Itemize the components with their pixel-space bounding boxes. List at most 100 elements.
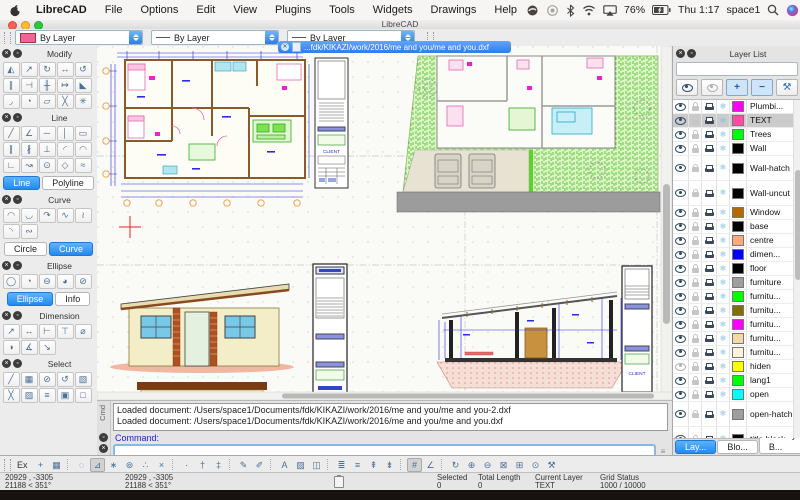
lengthen-tool[interactable]: ↦ [57, 78, 74, 93]
layer-color-cell[interactable] [730, 181, 747, 205]
layer-print-cell[interactable] [702, 248, 717, 261]
layer-color-cell[interactable] [730, 290, 747, 303]
layer-freeze-cell[interactable]: ❄ [717, 427, 730, 438]
layer-row[interactable]: ❄TEXT [673, 114, 794, 128]
layer-print-cell[interactable] [702, 304, 717, 317]
layer-visibility-cell[interactable] [673, 374, 689, 387]
layer-color-cell[interactable] [730, 234, 747, 247]
dim-linear-tool[interactable]: ↔ [21, 324, 38, 339]
layer-visibility-cell[interactable] [673, 290, 689, 303]
select-layer-tool[interactable]: ≡ [39, 388, 56, 403]
arc-tangent-tool[interactable]: ◝ [3, 224, 20, 239]
layer-color-cell[interactable] [730, 206, 747, 219]
layer-lock-cell[interactable] [689, 128, 702, 141]
apple-menu-icon[interactable] [0, 4, 27, 17]
layer-print-cell[interactable] [702, 332, 717, 345]
layer-lock-cell[interactable] [689, 374, 702, 387]
select-contour-tool[interactable]: ↺ [57, 372, 74, 387]
section-detach-icon[interactable]: ◦ [13, 359, 22, 368]
align-top-icon[interactable]: ≣ [334, 458, 349, 472]
layer-visibility-cell[interactable] [673, 181, 689, 205]
layer-visibility-cell[interactable] [673, 220, 689, 233]
rotate-tool[interactable]: ↻ [39, 62, 56, 77]
section-close-icon[interactable]: × [2, 113, 11, 122]
menu-drawings[interactable]: Drawings [422, 4, 486, 16]
snap-intersection-icon[interactable]: × [154, 458, 169, 472]
align-bottom-icon[interactable]: ≡ [350, 458, 365, 472]
layer-visibility-cell[interactable] [673, 128, 689, 141]
layer-color-cell[interactable] [730, 304, 747, 317]
bluetooth-icon[interactable] [566, 4, 575, 17]
layer-list-scrollbar[interactable] [793, 100, 800, 438]
layer-lock-cell[interactable] [689, 402, 702, 426]
section-close-icon[interactable]: × [2, 49, 11, 58]
crosshair-tool-icon[interactable]: + [33, 458, 48, 472]
layer-row[interactable]: ❄open-hatch [673, 402, 794, 427]
edit-layer-button[interactable]: ⚒ [776, 79, 798, 96]
text-tool-icon[interactable]: A [277, 458, 292, 472]
order-lower-icon[interactable]: ⇟ [382, 458, 397, 472]
layer-freeze-cell[interactable]: ❄ [717, 156, 730, 180]
console-close-icon[interactable]: × [99, 444, 108, 453]
layer-print-cell[interactable] [702, 234, 717, 247]
layer-freeze-cell[interactable]: ❄ [717, 181, 730, 205]
layer-color-cell[interactable] [730, 346, 747, 359]
section-close-icon[interactable]: × [2, 311, 11, 320]
layer-freeze-cell[interactable]: ❄ [717, 304, 730, 317]
layer-color-cell[interactable] [730, 388, 747, 401]
layer-visibility-cell[interactable] [673, 156, 689, 180]
layer-row[interactable]: ❄dimen... [673, 248, 794, 262]
layer-lock-cell[interactable] [689, 100, 702, 113]
layer-print-cell[interactable] [702, 181, 717, 205]
layer-lock-cell[interactable] [689, 388, 702, 401]
toolbar-grip[interactable] [4, 32, 11, 44]
combo-stepper-icon[interactable] [265, 31, 278, 44]
divide-tool[interactable]: ◔ [21, 94, 38, 109]
delete-tool[interactable]: ╳ [57, 94, 74, 109]
layer-freeze-cell[interactable]: ❄ [717, 290, 730, 303]
ellipse-arc-tool[interactable]: ◔ [21, 274, 38, 289]
layer-print-cell[interactable] [702, 276, 717, 289]
layer-visibility-cell[interactable] [673, 234, 689, 247]
menu-widgets[interactable]: Widgets [364, 4, 422, 16]
tab-curve[interactable]: Curve [49, 242, 93, 256]
canvas-vertical-scrollbar[interactable] [661, 46, 672, 400]
section-close-icon[interactable]: × [2, 195, 11, 204]
image-tool-icon[interactable]: ◫ [309, 458, 324, 472]
canvas-horizontal-scrollbar[interactable] [97, 392, 672, 400]
airplay-icon[interactable] [603, 5, 617, 16]
zoom-window-icon[interactable]: ⊞ [512, 458, 527, 472]
select-single-tool[interactable]: ╱ [3, 372, 20, 387]
layer-row[interactable]: ❄Wall-hatch [673, 156, 794, 181]
order-raise-icon[interactable]: ⇞ [366, 458, 381, 472]
snap-on-entity-icon[interactable]: ⊚ [122, 458, 137, 472]
layer-row[interactable]: ❄floor [673, 262, 794, 276]
spline-through-points-tool[interactable]: ≀ [75, 208, 92, 223]
pen-width-combo[interactable]: By Layer [151, 30, 279, 45]
zoom-out-icon[interactable]: ⊖ [480, 458, 495, 472]
layer-freeze-cell[interactable]: ❄ [717, 276, 730, 289]
layer-freeze-cell[interactable]: ❄ [717, 114, 730, 127]
layer-lock-cell[interactable] [689, 346, 702, 359]
layer-print-cell[interactable] [702, 290, 717, 303]
isometric-grid-icon[interactable]: ∠ [423, 458, 438, 472]
layer-color-cell[interactable] [730, 332, 747, 345]
select-window-tool[interactable]: ▦ [21, 372, 38, 387]
layer-row[interactable]: ❄base [673, 220, 794, 234]
layer-lock-cell[interactable] [689, 206, 702, 219]
dock-tab-blo[interactable]: Blo... [717, 440, 758, 454]
menu-file[interactable]: File [96, 4, 132, 16]
line-parallel-distance-tool[interactable]: ∦ [21, 142, 38, 157]
ellipse-inscribed-tool[interactable]: ⊘ [75, 274, 92, 289]
layer-lock-cell[interactable] [689, 360, 702, 373]
layer-lock-cell[interactable] [689, 304, 702, 317]
layer-row[interactable]: ❄Wall-uncut [673, 181, 794, 206]
line-rectangle-tool[interactable]: ▭ [75, 126, 92, 141]
current-space-label[interactable]: space1 [726, 4, 760, 16]
stretch-tool[interactable]: ▱ [39, 94, 56, 109]
layer-lock-cell[interactable] [689, 332, 702, 345]
section-close-icon[interactable]: × [2, 261, 11, 270]
trim-two-tool[interactable]: ╫ [39, 78, 56, 93]
line-tangent-circles-tool[interactable]: ◠ [75, 142, 92, 157]
dim-vertical-tool[interactable]: ⊤ [57, 324, 74, 339]
